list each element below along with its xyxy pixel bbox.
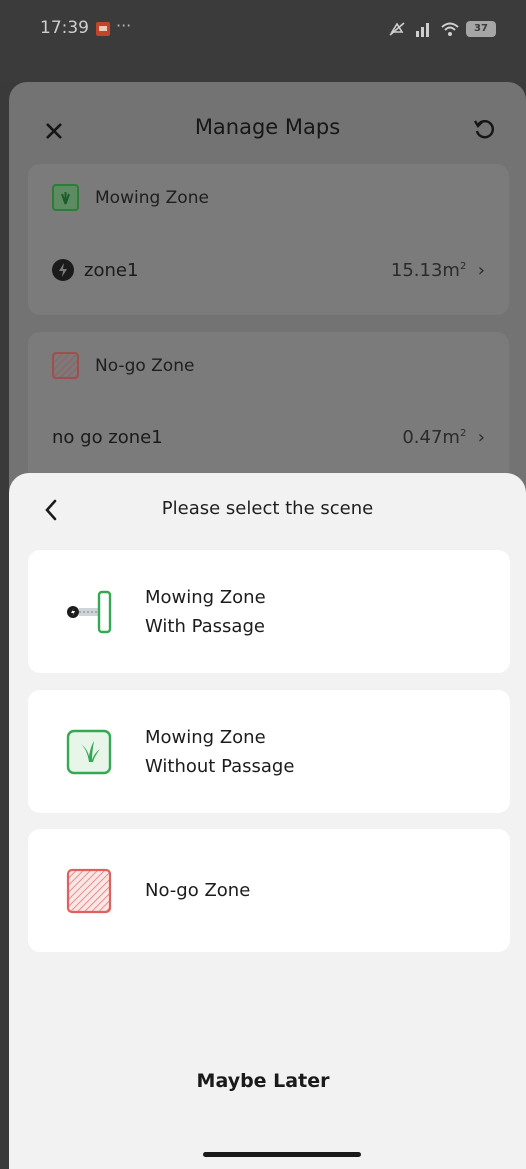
refresh-icon[interactable] xyxy=(472,117,496,141)
scene-select-sheet: Please select the scene Mowing Zone With… xyxy=(9,473,526,1169)
option-label: Mowing Zone Without Passage xyxy=(145,727,295,777)
nogo-zone-area: 0.47m2 › xyxy=(402,427,485,448)
status-time: 17:39 xyxy=(40,18,89,38)
nogo-hatch-icon xyxy=(52,352,79,379)
cell-signal-icon xyxy=(416,23,429,37)
zone-name: zone1 xyxy=(84,259,139,281)
grass-icon xyxy=(66,729,112,775)
status-bar: 17:39 ··· 37 xyxy=(0,0,526,82)
option-mowing-with-passage[interactable]: Mowing Zone With Passage xyxy=(28,550,510,673)
battery-icon: 37 xyxy=(466,21,496,37)
sheet-title: Please select the scene xyxy=(161,498,374,519)
status-more-dots: ··· xyxy=(116,16,132,35)
option-label: Mowing Zone With Passage xyxy=(145,587,266,637)
nogo-zone-name: no go zone1 xyxy=(52,427,163,448)
option-mowing-without-passage[interactable]: Mowing Zone Without Passage xyxy=(28,690,510,813)
nogo-zone-row[interactable]: no go zone1 0.47m2 › xyxy=(52,427,485,448)
zone-area: 15.13m2 › xyxy=(390,259,485,281)
home-indicator[interactable] xyxy=(203,1152,361,1157)
nogo-zone-header: No-go Zone xyxy=(52,352,194,379)
chevron-right-icon: › xyxy=(477,427,485,448)
mute-icon xyxy=(389,22,405,36)
maybe-later-button[interactable]: Maybe Later xyxy=(0,1070,526,1092)
status-indicators: 37 xyxy=(388,20,496,38)
manage-maps-header: Manage Maps xyxy=(9,82,526,172)
nogo-zone-label: No-go Zone xyxy=(95,355,195,376)
nogo-hatch-icon xyxy=(66,868,112,914)
chevron-right-icon: › xyxy=(477,259,485,281)
mowing-zone-card: Mowing Zone zone1 15.13m2 › xyxy=(28,164,509,315)
charging-station-icon xyxy=(52,259,74,281)
notification-app-icon xyxy=(96,22,110,36)
option-nogo-zone[interactable]: No-go Zone xyxy=(28,829,510,952)
passage-icon xyxy=(67,590,112,634)
zone-row[interactable]: zone1 15.13m2 › xyxy=(52,259,485,281)
mowing-zone-header: Mowing Zone xyxy=(52,184,209,211)
page-title: Manage Maps xyxy=(194,115,341,139)
nogo-zone-card: No-go Zone no go zone1 0.47m2 › xyxy=(28,332,509,482)
grass-icon xyxy=(52,184,79,211)
wifi-icon xyxy=(441,22,459,36)
mowing-zone-label: Mowing Zone xyxy=(95,187,209,208)
option-label: No-go Zone xyxy=(145,880,251,901)
